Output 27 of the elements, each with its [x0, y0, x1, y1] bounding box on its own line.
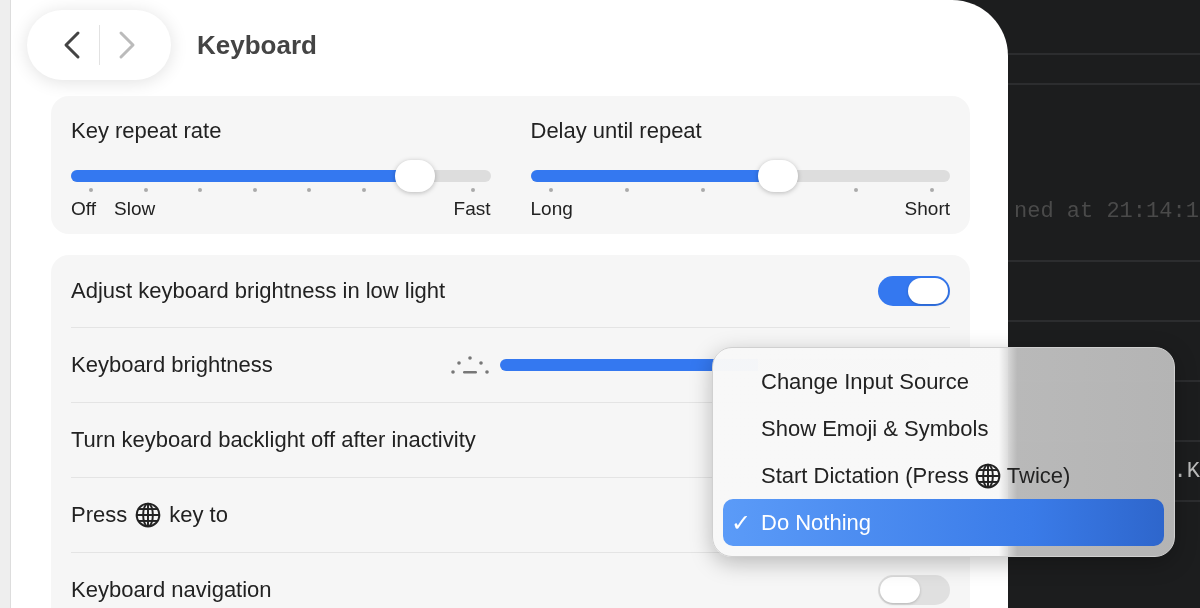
globe-icon: [135, 502, 162, 528]
row-label: Keyboard brightness: [71, 352, 273, 378]
menu-item[interactable]: Start Dictation (Press Twice): [723, 452, 1164, 499]
slider-label: Delay until repeat: [530, 118, 703, 144]
scale-label: Off: [71, 198, 96, 220]
scale-label: Slow: [114, 198, 156, 220]
row-label: Keyboard navigation: [71, 577, 272, 603]
slider-label: Key repeat rate: [71, 118, 223, 144]
menu-item[interactable]: Change Input Source: [723, 358, 1164, 405]
dim-brightness-icon: [450, 354, 490, 376]
scale-label: Fast: [453, 198, 491, 220]
scale-label: Short: [904, 198, 950, 220]
toggle-switch[interactable]: [878, 276, 950, 306]
menu-item[interactable]: Show Emoji & Symbols: [723, 405, 1164, 452]
slider[interactable]: [71, 160, 491, 192]
slider-thumb[interactable]: [758, 160, 798, 192]
scale-label: Long: [530, 198, 573, 220]
row-label: Turn keyboard backlight off after inactivity: [71, 427, 476, 453]
toggle-switch[interactable]: [878, 575, 950, 605]
slider-thumb[interactable]: [395, 160, 435, 192]
row-label: key to: [169, 502, 228, 528]
globe-icon: [974, 462, 1001, 489]
terminal-text: .K: [1173, 458, 1200, 484]
row-label: Adjust keyboard brightness in low light: [71, 278, 446, 304]
row-label: Press: [71, 502, 128, 528]
slider[interactable]: [530, 160, 950, 192]
window-title: Keyboard: [197, 29, 317, 61]
